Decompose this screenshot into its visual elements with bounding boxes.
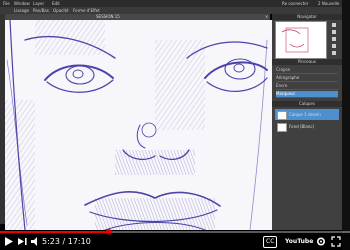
tool-options-bar: Lissage Pan/Bas Opacité Forme d'Effet (0, 7, 342, 14)
settings-icon[interactable] (316, 236, 326, 247)
layer-name: Calque 1 dessin (289, 112, 321, 117)
app-menubar: File Window Layer Edit Re connecter 2 No… (0, 0, 342, 7)
menu-edit[interactable]: Edit (52, 0, 60, 7)
video-edge (342, 0, 350, 250)
face-sketch (5, 20, 268, 230)
navigator-header: Navigator (272, 14, 342, 20)
menu-file[interactable]: File (3, 0, 10, 7)
fullscreen-icon[interactable] (331, 236, 341, 247)
option-opacity[interactable]: Opacité (53, 7, 68, 14)
layer-row-selected[interactable]: Calque 1 dessin (275, 109, 339, 120)
brush-item[interactable]: Encre (276, 83, 338, 90)
navigator-preview[interactable] (275, 21, 327, 59)
layer-thumbnail (277, 111, 287, 120)
layer-thumbnail (277, 123, 287, 132)
menu-new[interactable]: 2 Nouvelle (318, 0, 339, 7)
drawing-canvas[interactable] (5, 20, 272, 230)
zoom-in-icon[interactable] (332, 23, 336, 27)
option-pan[interactable]: Pan/Bas (33, 7, 49, 14)
option-smoothing[interactable]: Lissage (14, 7, 29, 14)
menu-layer[interactable]: Layer (33, 0, 44, 7)
brush-item[interactable]: Aérographe (276, 75, 338, 82)
brush-item[interactable]: Crayon (276, 67, 338, 74)
option-effect-shape[interactable]: Forme d'Effet (73, 7, 100, 14)
navigator-thumbnail (281, 27, 309, 53)
video-frame: File Window Layer Edit Re connecter 2 No… (0, 0, 350, 250)
time-display: 5:23 / 17:10 (42, 237, 91, 246)
play-icon[interactable] (5, 236, 13, 247)
brush-item-selected[interactable]: Marqueur (276, 91, 338, 98)
player-controls: 5:23 / 17:10 CC YouTube (0, 233, 350, 250)
youtube-logo[interactable]: YouTube (285, 236, 313, 247)
next-icon[interactable] (18, 236, 27, 247)
layer-row[interactable]: Fond (Blanc) (275, 121, 339, 132)
volume-icon[interactable] (31, 236, 40, 247)
rotate-icon[interactable] (332, 37, 336, 41)
navigator-controls (330, 21, 338, 57)
layers-header: Calques (272, 101, 342, 107)
brushes-header: Pinceaux (272, 59, 342, 65)
menu-window[interactable]: Window (14, 0, 30, 7)
reset-view-icon[interactable] (332, 51, 336, 55)
flip-icon[interactable] (332, 44, 336, 48)
right-panels: Navigator Pinceaux Crayon Aérographe Enc… (272, 14, 342, 230)
zoom-out-icon[interactable] (332, 30, 336, 34)
captions-button[interactable]: CC (263, 236, 278, 248)
layer-name: Fond (Blanc) (289, 124, 315, 129)
menu-reconnect[interactable]: Re connecter (282, 0, 308, 7)
